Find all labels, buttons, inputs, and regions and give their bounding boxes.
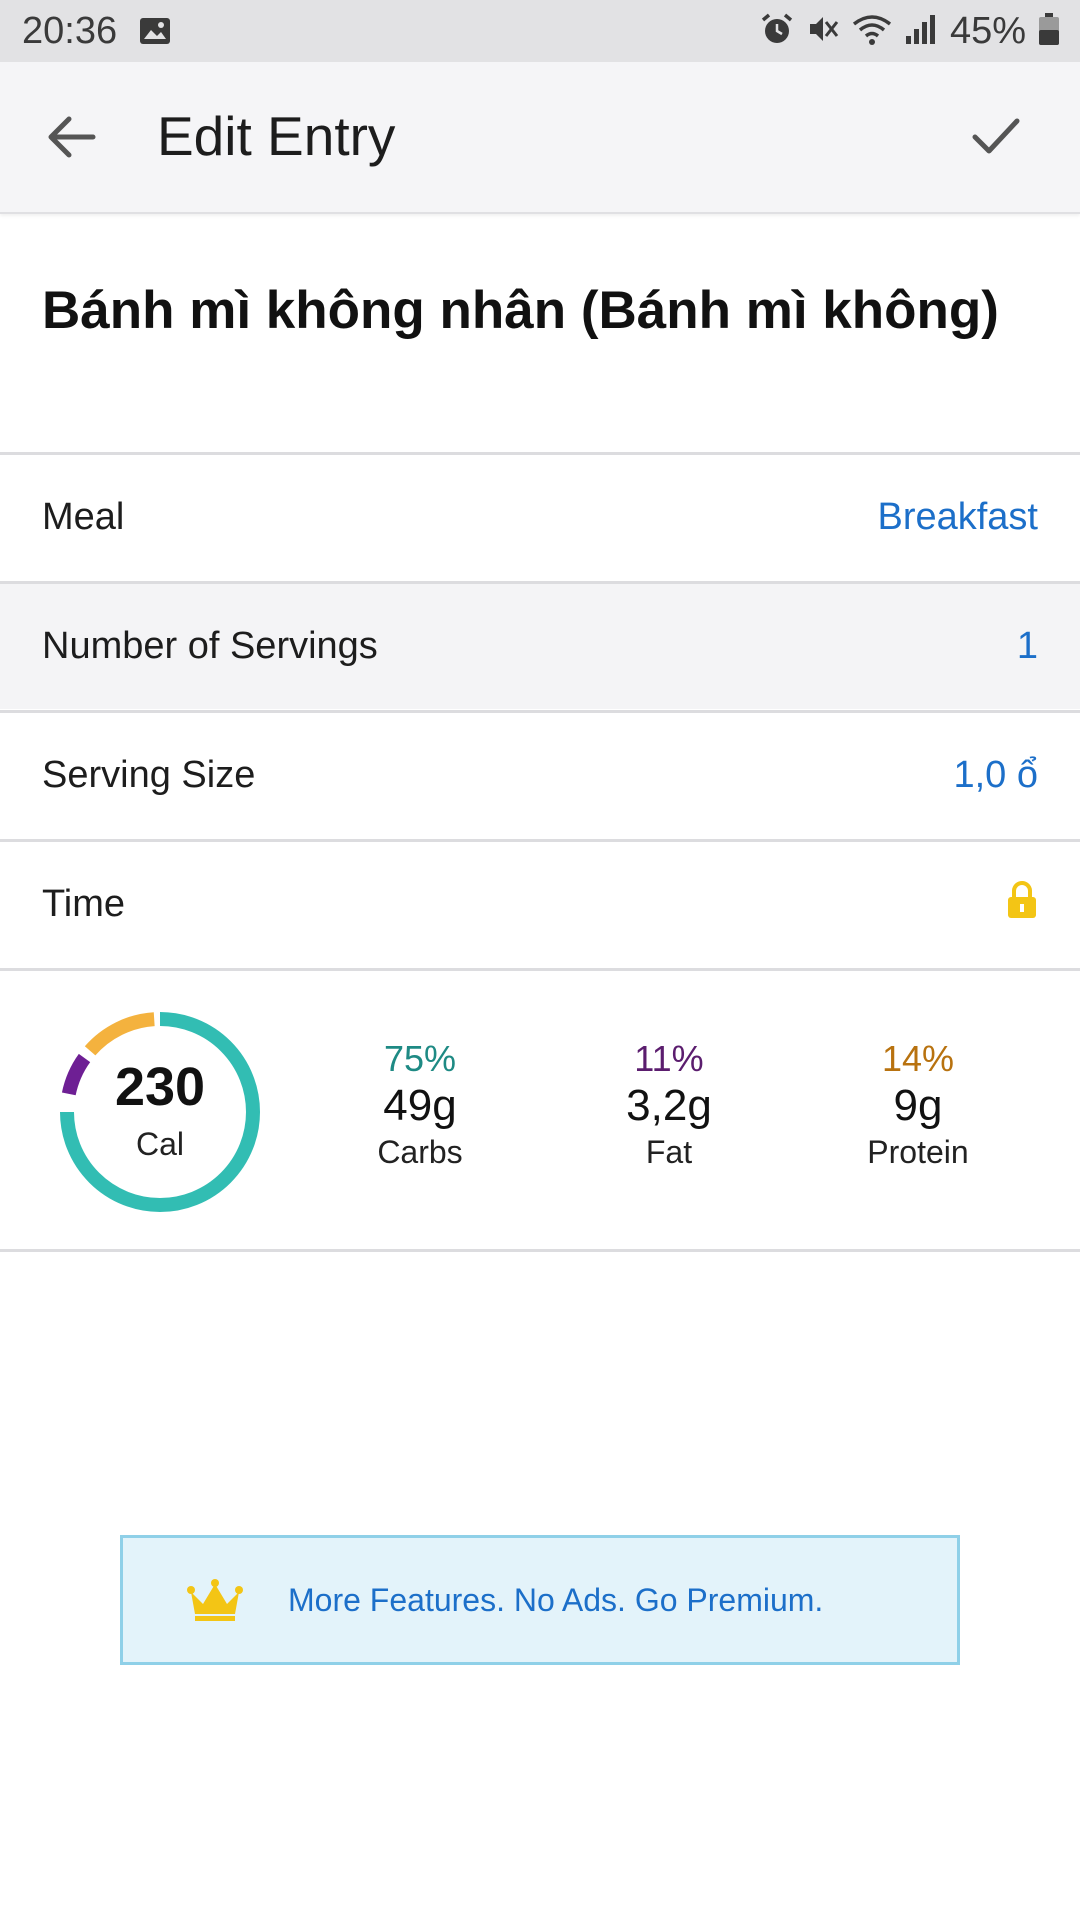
serving-size-value[interactable]: 1,0 ổ xyxy=(953,754,1038,797)
battery-percent: 45% xyxy=(949,9,1026,52)
serving-size-row[interactable]: Serving Size 1,0 ổ xyxy=(0,710,1080,838)
gallery-icon xyxy=(139,17,171,45)
fat-label: Fat xyxy=(645,1134,693,1170)
fat-amount: 3,2g xyxy=(626,1081,712,1130)
meal-row[interactable]: Meal Breakfast xyxy=(0,452,1080,580)
fat-percent: 11% xyxy=(634,1038,704,1079)
premium-text: More Features. No Ads. Go Premium. xyxy=(288,1582,824,1618)
status-icons: 45% xyxy=(760,10,1060,53)
wifi-icon xyxy=(852,12,892,51)
macro-fat: 11% 3,2g Fat xyxy=(559,1038,779,1172)
servings-row[interactable]: Number of Servings 1 xyxy=(0,581,1080,709)
protein-amount: 9g xyxy=(893,1081,943,1130)
carbs-amount: 49g xyxy=(383,1081,457,1130)
app-bar: Edit Entry xyxy=(0,62,1080,214)
time-row[interactable]: Time xyxy=(0,839,1080,967)
servings-value[interactable]: 1 xyxy=(1017,625,1038,668)
save-button[interactable] xyxy=(964,105,1028,169)
meal-value[interactable]: Breakfast xyxy=(877,496,1038,539)
food-name: Bánh mì không nhân (Bánh mì không) xyxy=(42,281,999,340)
page-title: Edit Entry xyxy=(157,105,396,167)
status-time: 20:36 xyxy=(22,9,118,52)
status-bar: 20:36 45% xyxy=(0,0,1080,62)
arrow-left-icon xyxy=(48,116,96,158)
carbs-percent: 75% xyxy=(383,1038,457,1079)
calories-value: 230 xyxy=(114,1057,206,1117)
check-icon xyxy=(972,118,1020,154)
meal-label: Meal xyxy=(42,496,125,538)
battery-icon xyxy=(1038,12,1060,51)
ring-protein-arc xyxy=(84,1012,155,1056)
back-button[interactable] xyxy=(40,105,104,169)
macro-carbs: 75% 49g Carbs xyxy=(310,1038,530,1172)
time-label: Time xyxy=(42,883,126,925)
serving-size-label: Serving Size xyxy=(42,754,256,796)
protein-percent: 14% xyxy=(881,1038,955,1079)
lock-icon xyxy=(1006,880,1038,930)
crown-icon xyxy=(187,1579,243,1621)
signal-icon xyxy=(904,12,938,51)
carbs-label: Carbs xyxy=(377,1134,463,1170)
nutrition-divider xyxy=(0,1249,1080,1252)
servings-label: Number of Servings xyxy=(42,625,378,667)
premium-banner[interactable]: More Features. No Ads. Go Premium. xyxy=(120,1535,960,1665)
row-divider xyxy=(0,968,1080,971)
calories-unit: Cal xyxy=(135,1126,184,1162)
macro-protein: 14% 9g Protein xyxy=(808,1038,1028,1172)
protein-label: Protein xyxy=(867,1134,969,1170)
alarm-icon xyxy=(760,12,794,51)
mute-icon xyxy=(806,12,840,51)
